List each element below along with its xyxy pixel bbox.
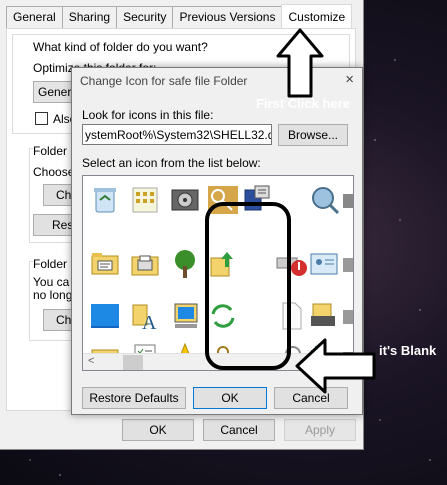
properties-cancel-button[interactable]: Cancel xyxy=(203,419,275,441)
folder-tasks-icon[interactable] xyxy=(89,248,121,280)
svg-text:A: A xyxy=(142,312,157,332)
printer-icon[interactable] xyxy=(341,300,353,332)
icon-file-path-input[interactable]: ystemRoot%\System32\SHELL32.dll xyxy=(82,124,272,145)
tab-bar: General Sharing Security Previous Versio… xyxy=(6,4,353,28)
tab-security[interactable]: Security xyxy=(116,6,174,28)
magnifier-computer-icon[interactable] xyxy=(309,184,341,216)
tab-sharing[interactable]: Sharing xyxy=(61,6,118,28)
properties-apply-button[interactable]: Apply xyxy=(284,419,356,441)
first-click-annotation: First Click here xyxy=(256,96,350,111)
recycle-bin-icon[interactable] xyxy=(89,184,121,216)
dialog-ok-button[interactable]: OK xyxy=(193,387,267,409)
printer-folder-icon[interactable] xyxy=(129,248,161,280)
dialog-cancel-button[interactable]: Cancel xyxy=(274,387,348,409)
its-blank-annotation: it's Blank xyxy=(379,343,437,358)
tab-previous-versions[interactable]: Previous Versions xyxy=(172,6,283,28)
browse-button[interactable]: Browse... xyxy=(278,124,348,146)
blank-icons-highlight xyxy=(205,202,291,370)
network-card-icon[interactable] xyxy=(309,248,341,280)
printer-stack-icon[interactable] xyxy=(309,300,341,332)
folder-icons-text-line1: You ca xyxy=(33,275,70,289)
tab-general[interactable]: General xyxy=(6,6,63,28)
select-icon-label: Select an icon from the list below: xyxy=(82,156,261,170)
computer-icon[interactable] xyxy=(169,300,201,332)
choose-label: Choose xyxy=(33,165,75,179)
dialog-title: Change Icon for safe file Folder xyxy=(80,74,248,88)
printer-icon[interactable] xyxy=(341,184,353,216)
close-icon[interactable]: × xyxy=(345,71,354,88)
folder-font-icon[interactable]: A xyxy=(129,300,161,334)
printer-icon[interactable] xyxy=(341,248,353,280)
scrollbar-thumb[interactable] xyxy=(123,355,143,370)
properties-ok-button[interactable]: OK xyxy=(122,419,194,441)
window-grid-icon[interactable] xyxy=(129,184,161,216)
scroll-left-icon[interactable]: < xyxy=(88,355,94,367)
look-for-label: Look for icons in this file: xyxy=(82,108,214,122)
media-drive-icon[interactable] xyxy=(169,184,201,216)
restore-defaults-button[interactable]: Restore Defaults xyxy=(82,387,186,409)
also-apply-checkbox[interactable] xyxy=(35,112,48,125)
folder-type-question: What kind of folder do you want? xyxy=(33,40,208,54)
tab-customize[interactable]: Customize xyxy=(281,4,353,28)
monitor-icon[interactable] xyxy=(89,300,121,332)
tree-icon[interactable] xyxy=(169,248,201,280)
